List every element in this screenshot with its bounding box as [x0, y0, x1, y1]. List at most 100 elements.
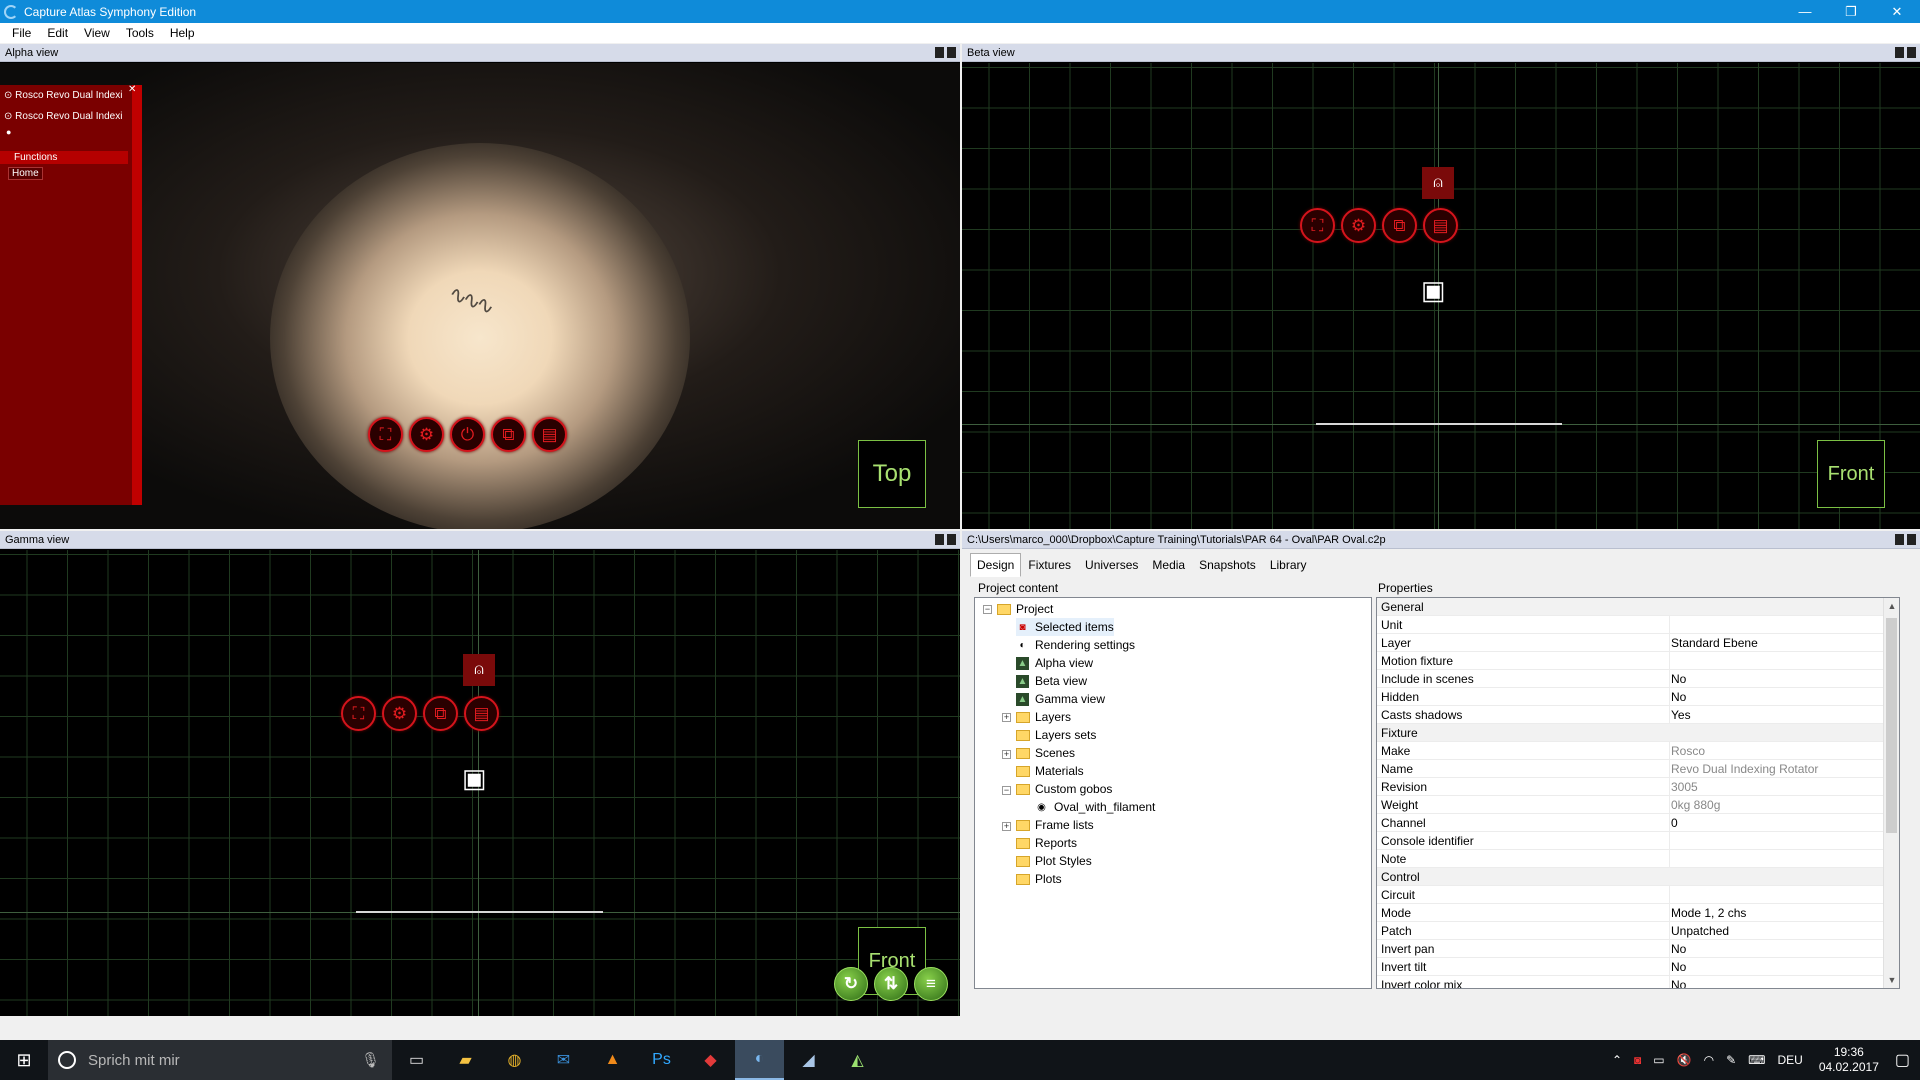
power-icon[interactable]: ⏻	[450, 417, 485, 452]
property-row[interactable]: Motion fixture	[1377, 652, 1885, 670]
fixture-entry[interactable]: ⊙ Rosco Revo Dual Indexi	[0, 106, 128, 127]
menu-tools[interactable]: Tools	[118, 26, 162, 40]
tree-item[interactable]: Materials	[1016, 762, 1084, 780]
outlook-icon[interactable]: ✉	[539, 1040, 588, 1080]
pin-icon[interactable]	[1895, 47, 1904, 58]
property-row[interactable]: Layer Standard Ebene	[1377, 634, 1885, 652]
vlc-icon[interactable]: ▲	[588, 1040, 637, 1080]
chrome-icon[interactable]: ◍	[490, 1040, 539, 1080]
focus-icon[interactable]: ⛶	[1300, 208, 1335, 243]
menu-icon[interactable]: ≡	[914, 967, 948, 1001]
property-row[interactable]: Invert pan No	[1377, 940, 1885, 958]
pin-icon[interactable]	[935, 47, 944, 58]
view-cube-top[interactable]: Top	[858, 440, 926, 508]
focus-icon[interactable]: ⛶	[341, 696, 376, 731]
camera-icon[interactable]: ▣	[462, 763, 487, 794]
float-icon[interactable]	[1907, 534, 1916, 545]
pan-icon[interactable]: ⇅	[874, 967, 908, 1001]
scroll-down-icon[interactable]: ▼	[1884, 972, 1899, 988]
settings-icon[interactable]: ⚙	[1341, 208, 1376, 243]
notifications-icon[interactable]: ▢	[1895, 1050, 1910, 1070]
tree-item[interactable]: ◉ Oval_with_filament	[1035, 798, 1155, 816]
copy-icon[interactable]: ⧉	[491, 417, 526, 452]
collapse-icon[interactable]: −	[1002, 786, 1011, 795]
view-cube-front[interactable]: Front	[1817, 440, 1885, 508]
property-row[interactable]: Casts shadows Yes	[1377, 706, 1885, 724]
tree-item[interactable]: ▲ Gamma view	[1016, 690, 1105, 708]
beta-viewport[interactable]: ⍝ ⛶ ⚙ ⧉ ▤ ▣ Front ↻ ⇅ ≡	[962, 63, 1920, 529]
file-explorer-icon[interactable]: ▰	[441, 1040, 490, 1080]
tab-media[interactable]: Media	[1145, 553, 1192, 577]
tree-item[interactable]: Layers	[1016, 708, 1071, 726]
property-row[interactable]: Circuit	[1377, 886, 1885, 904]
wifi-icon[interactable]: ◠	[1704, 1053, 1714, 1067]
float-icon[interactable]	[947, 534, 956, 545]
property-row[interactable]: Invert tilt No	[1377, 958, 1885, 976]
property-row[interactable]: Channel 0	[1377, 814, 1885, 832]
tab-snapshots[interactable]: Snapshots	[1192, 553, 1263, 577]
scroll-up-icon[interactable]: ▲	[1884, 598, 1899, 614]
property-row[interactable]: Mode Mode 1, 2 chs	[1377, 904, 1885, 922]
properties-scrollbar[interactable]: ▲ ▼	[1883, 598, 1899, 988]
copy-icon[interactable]: ⧉	[423, 696, 458, 731]
tree-item[interactable]: Plots	[1016, 870, 1062, 888]
search-box[interactable]: Sprich mit mir 🎙	[48, 1040, 392, 1080]
slider-icon[interactable]: ●	[0, 127, 132, 139]
tab-fixtures[interactable]: Fixtures	[1021, 553, 1078, 577]
camera-icon[interactable]: ▣	[1421, 275, 1446, 306]
expand-icon[interactable]: +	[1002, 713, 1011, 722]
property-row[interactable]: Unit	[1377, 616, 1885, 634]
minimize-button[interactable]: —	[1782, 0, 1828, 23]
property-row[interactable]: Invert color mix No	[1377, 976, 1885, 989]
tab-design[interactable]: Design	[970, 553, 1022, 577]
tree-item[interactable]: Frame lists	[1016, 816, 1094, 834]
battery-icon[interactable]: ▭	[1653, 1053, 1664, 1067]
property-row[interactable]: Revision 3005	[1377, 778, 1885, 796]
settings-icon[interactable]: ⚙	[382, 696, 417, 731]
focus-icon[interactable]: ⛶	[368, 417, 403, 452]
tool-app-icon[interactable]: ◢	[784, 1040, 833, 1080]
home-button[interactable]: Home	[8, 167, 43, 180]
scroll-thumb[interactable]	[1886, 618, 1897, 833]
task-view-icon[interactable]: ▭	[392, 1040, 441, 1080]
dmx-app-icon[interactable]: ◭	[833, 1040, 882, 1080]
property-row[interactable]: Hidden No	[1377, 688, 1885, 706]
tree-item[interactable]: ◙ Selected items	[1016, 618, 1114, 636]
tree-item[interactable]: ◐ Rendering settings	[1016, 636, 1135, 654]
property-row[interactable]: Make Rosco	[1377, 742, 1885, 760]
copy-icon[interactable]: ⧉	[1382, 208, 1417, 243]
fixture-entry[interactable]: ⊙ Rosco Revo Dual Indexi	[0, 85, 128, 106]
restore-button[interactable]: ❐	[1828, 0, 1874, 23]
list-icon[interactable]: ▤	[1423, 208, 1458, 243]
capture-app-icon[interactable]: ◐	[735, 1040, 784, 1080]
pen-icon[interactable]: ✎	[1726, 1053, 1736, 1067]
fixture-icon[interactable]: ⍝	[1422, 167, 1454, 199]
sketchup-icon[interactable]: ◆	[686, 1040, 735, 1080]
volume-muted-icon[interactable]: 🔇	[1677, 1053, 1692, 1067]
tree-item[interactable]: Reports	[1016, 834, 1077, 852]
tree-item[interactable]: ▲ Beta view	[1016, 672, 1087, 690]
property-row[interactable]: Include in scenes No	[1377, 670, 1885, 688]
windows-start-icon[interactable]: ⊞	[0, 1040, 48, 1080]
menu-file[interactable]: File	[4, 26, 39, 40]
tray-expand-icon[interactable]: ⌃	[1612, 1053, 1622, 1067]
property-row[interactable]: Console identifier	[1377, 832, 1885, 850]
settings-icon[interactable]: ⚙	[409, 417, 444, 452]
fixture-icon[interactable]: ⍝	[463, 654, 495, 686]
microphone-icon[interactable]: 🎙	[361, 1051, 380, 1069]
clock[interactable]: 19:36 04.02.2017	[1819, 1045, 1879, 1075]
float-icon[interactable]	[1907, 47, 1916, 58]
expand-icon[interactable]: +	[1002, 750, 1011, 759]
list-icon[interactable]: ▤	[532, 417, 567, 452]
property-row[interactable]: Weight 0kg 880g	[1377, 796, 1885, 814]
tree-item[interactable]: Plot Styles	[1016, 852, 1092, 870]
list-icon[interactable]: ▤	[464, 696, 499, 731]
tree-item[interactable]: Scenes	[1016, 744, 1075, 762]
collapse-icon[interactable]: −	[983, 605, 992, 614]
pin-icon[interactable]	[935, 534, 944, 545]
photoshop-icon[interactable]: Ps	[637, 1040, 686, 1080]
property-row[interactable]: Patch Unpatched	[1377, 922, 1885, 940]
tree-item[interactable]: ▲ Alpha view	[1016, 654, 1093, 672]
menu-edit[interactable]: Edit	[39, 26, 76, 40]
menu-view[interactable]: View	[76, 26, 118, 40]
